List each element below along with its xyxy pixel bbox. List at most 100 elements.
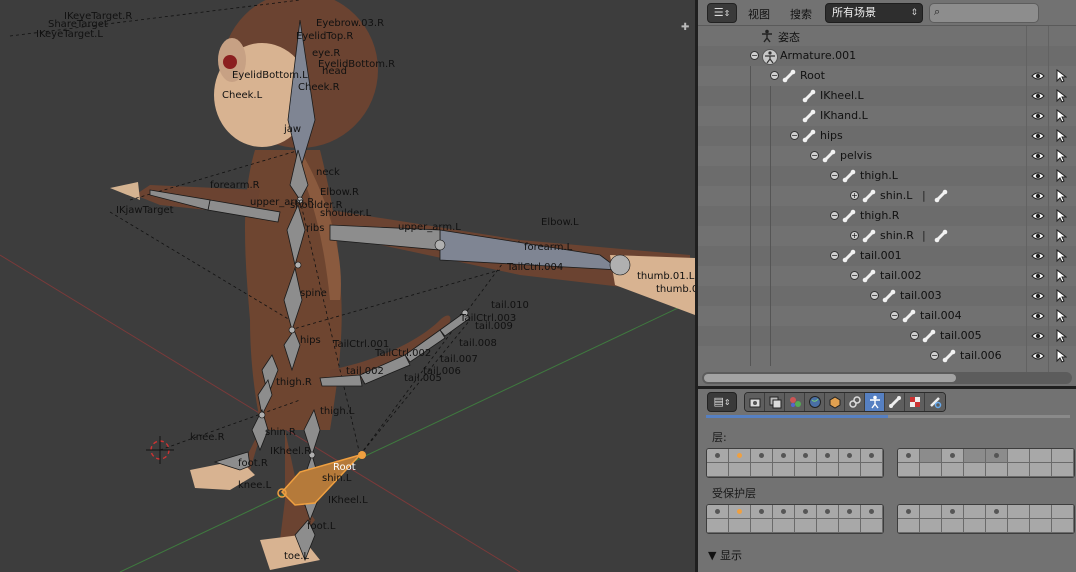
outliner-item-label[interactable]: 姿态 [778, 29, 800, 45]
outliner-row[interactable]: − Armature.001 [698, 46, 1076, 66]
selectable-arrow-icon[interactable] [1055, 168, 1068, 183]
outliner-item-label[interactable]: tail.004 [920, 309, 962, 322]
outliner-row[interactable]: − pelvis [698, 146, 1076, 166]
visibility-eye-icon[interactable] [1031, 309, 1045, 323]
context-tab[interactable] [885, 393, 905, 411]
layer-toggle[interactable] [751, 449, 773, 463]
layer-toggle[interactable] [729, 449, 751, 463]
expand-icon[interactable]: + [850, 191, 859, 200]
outliner-row[interactable]: − tail.002 [698, 266, 1076, 286]
context-tab[interactable] [765, 393, 785, 411]
visibility-eye-icon[interactable] [1031, 69, 1045, 83]
layer-toggle[interactable] [773, 505, 795, 519]
layer-toggle[interactable] [751, 463, 773, 477]
outliner-item-label[interactable]: Armature.001 [780, 49, 856, 62]
collapse-icon[interactable]: − [870, 291, 879, 300]
collapse-icon[interactable]: − [830, 211, 839, 220]
outliner-item-label[interactable]: tail.003 [900, 289, 942, 302]
layer-toggle[interactable] [1030, 449, 1052, 463]
layer-toggle[interactable] [795, 463, 817, 477]
selectable-arrow-icon[interactable] [1055, 308, 1068, 323]
selectable-arrow-icon[interactable] [1055, 328, 1068, 343]
menu-view[interactable]: 视图 [748, 6, 770, 22]
selectable-arrow-icon[interactable] [1055, 128, 1068, 143]
layer-toggle[interactable] [920, 463, 942, 477]
expand-icon[interactable]: + [850, 231, 859, 240]
layer-toggle[interactable] [839, 463, 861, 477]
context-tab[interactable] [745, 393, 765, 411]
layer-toggle[interactable] [817, 519, 839, 533]
outliner-item-label[interactable]: Root [800, 69, 825, 82]
selectable-arrow-icon[interactable] [1055, 248, 1068, 263]
outliner-item-label[interactable]: shin.R [880, 229, 914, 242]
layer-toggle[interactable] [751, 519, 773, 533]
outliner-row[interactable]: − tail.006 [698, 346, 1076, 366]
collapse-icon[interactable]: − [810, 151, 819, 160]
layer-toggle[interactable] [986, 505, 1008, 519]
layer-toggle[interactable] [707, 449, 729, 463]
layer-toggle[interactable] [1030, 463, 1052, 477]
outliner-row[interactable]: − tail.005 [698, 326, 1076, 346]
outliner-item-label[interactable]: IKhand.L [820, 109, 868, 122]
outliner-item-label[interactable]: tail.006 [960, 349, 1002, 362]
layer-toggle[interactable] [707, 463, 729, 477]
visibility-eye-icon[interactable] [1031, 269, 1045, 283]
layer-toggle[interactable] [839, 519, 861, 533]
layer-toggle[interactable] [729, 519, 751, 533]
layer-toggle[interactable] [964, 463, 986, 477]
context-tab[interactable] [785, 393, 805, 411]
visibility-eye-icon[interactable] [1031, 249, 1045, 263]
selectable-arrow-icon[interactable] [1055, 148, 1068, 163]
layer-toggle[interactable] [898, 505, 920, 519]
outliner-item-label[interactable]: IKheel.L [820, 89, 864, 102]
selectable-arrow-icon[interactable] [1055, 268, 1068, 283]
selectable-arrow-icon[interactable] [1055, 88, 1068, 103]
selectable-arrow-icon[interactable] [1055, 208, 1068, 223]
collapse-icon[interactable]: − [850, 271, 859, 280]
layer-toggle[interactable] [773, 519, 795, 533]
layer-toggle[interactable] [986, 449, 1008, 463]
layer-toggle[interactable] [773, 449, 795, 463]
visibility-eye-icon[interactable] [1031, 229, 1045, 243]
collapse-icon[interactable]: − [930, 351, 939, 360]
collapse-icon[interactable]: − [830, 251, 839, 260]
layer-toggle[interactable] [817, 505, 839, 519]
collapse-icon[interactable]: − [790, 131, 799, 140]
layer-toggle[interactable] [1052, 519, 1074, 533]
layer-toggle[interactable] [898, 519, 920, 533]
outliner-row[interactable]: − Root [698, 66, 1076, 86]
layer-toggle[interactable] [1008, 519, 1030, 533]
layer-toggle[interactable] [898, 463, 920, 477]
editor-type-button[interactable]: ▤⇕ [707, 392, 737, 412]
outliner-row[interactable]: − tail.004 [698, 306, 1076, 326]
selectable-arrow-icon[interactable] [1055, 288, 1068, 303]
collapse-icon[interactable]: − [770, 71, 779, 80]
layer-toggle[interactable] [942, 505, 964, 519]
outliner-scrollbar[interactable] [702, 372, 1072, 384]
visibility-eye-icon[interactable] [1031, 129, 1045, 143]
layer-toggle[interactable] [964, 449, 986, 463]
layer-toggle[interactable] [920, 505, 942, 519]
context-tab[interactable] [865, 393, 885, 411]
layer-toggle[interactable] [986, 463, 1008, 477]
layer-toggle[interactable] [795, 519, 817, 533]
layer-toggle[interactable] [839, 505, 861, 519]
outliner-item-label[interactable]: tail.005 [940, 329, 982, 342]
layer-toggle[interactable] [861, 505, 883, 519]
layer-toggle[interactable] [986, 519, 1008, 533]
layer-toggle[interactable] [861, 449, 883, 463]
3d-viewport[interactable]: ✚ IKeyeTarget.R ShareTarget IKeyeTarget.L E… [0, 0, 695, 572]
outliner-row[interactable]: 姿态 [698, 26, 1076, 46]
layer-toggle[interactable] [942, 449, 964, 463]
editor-type-button[interactable]: ☰⇕ [707, 3, 737, 23]
outliner-item-label[interactable]: hips [820, 129, 843, 142]
layer-toggle[interactable] [729, 463, 751, 477]
layer-toggle[interactable] [707, 505, 729, 519]
visibility-eye-icon[interactable] [1031, 149, 1045, 163]
outliner-row[interactable]: + shin.L | [698, 186, 1076, 206]
outliner-row[interactable]: − thigh.R [698, 206, 1076, 226]
outliner-item-label[interactable]: tail.001 [860, 249, 902, 262]
outliner-row[interactable]: IKhand.L [698, 106, 1076, 126]
selectable-arrow-icon[interactable] [1055, 228, 1068, 243]
layer-toggle[interactable] [817, 463, 839, 477]
